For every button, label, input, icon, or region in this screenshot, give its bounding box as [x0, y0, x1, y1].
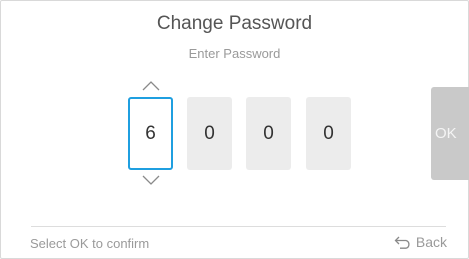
page-title: Change Password	[156, 13, 313, 34]
password-digit-2[interactable]: 0	[187, 97, 232, 170]
ok-button[interactable]: OK	[431, 87, 469, 180]
footer-divider	[31, 226, 446, 227]
back-label: Back	[415, 234, 447, 250]
password-digit-1[interactable]: 6	[128, 97, 173, 170]
chevron-down-icon	[142, 175, 160, 185]
increment-digit-button[interactable]	[141, 79, 161, 93]
footer-hint: Select OK to confirm	[30, 236, 150, 251]
back-button[interactable]: Back	[394, 234, 447, 250]
password-digit-4[interactable]: 0	[306, 97, 351, 170]
decrement-digit-button[interactable]	[141, 173, 161, 187]
password-digit-3[interactable]: 0	[246, 97, 291, 170]
return-arrow-icon	[394, 236, 410, 249]
page-subtitle: Enter Password	[188, 46, 281, 61]
change-password-screen: Change Password Enter Password 6 0 0 0 O…	[0, 0, 469, 259]
chevron-up-icon	[142, 81, 160, 91]
